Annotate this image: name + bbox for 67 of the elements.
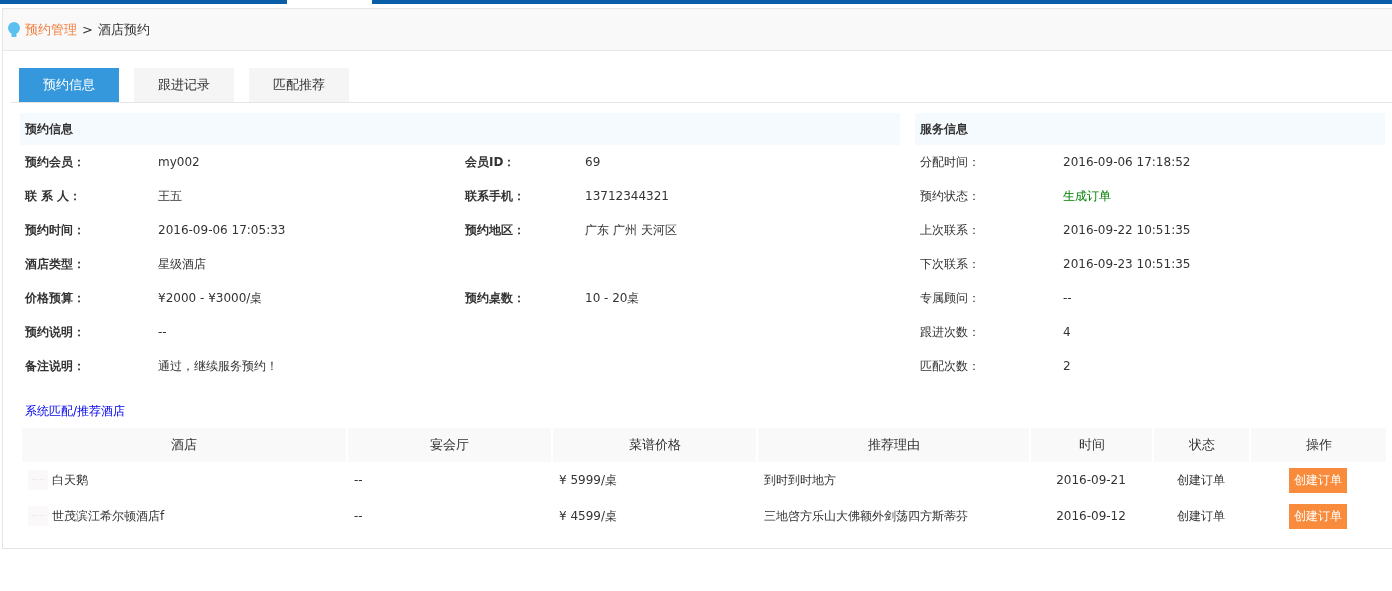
field-value: -- bbox=[1063, 291, 1072, 305]
field-value: my002 bbox=[158, 155, 201, 169]
tab[interactable]: 跟进记录 bbox=[134, 68, 234, 102]
table-cell-text: -- bbox=[353, 472, 364, 489]
field-label: 联系手机： bbox=[465, 187, 526, 205]
field-label: 跟进次数： bbox=[920, 323, 981, 341]
table-cell-text: 创建订单 bbox=[1176, 507, 1226, 525]
column-header: 宴会厅 bbox=[348, 428, 551, 462]
field-label: 预约说明： bbox=[25, 323, 86, 341]
field-label: 上次联系： bbox=[920, 221, 981, 239]
column-header: 状态 bbox=[1154, 428, 1249, 462]
column-header: 菜谱价格 bbox=[553, 428, 756, 462]
field-label: 匹配次数： bbox=[920, 357, 981, 375]
field-label: 备注说明： bbox=[25, 357, 86, 375]
hotel-name: 世茂滨江希尔顿酒店f bbox=[52, 507, 165, 525]
field-label: 专属顾问： bbox=[920, 289, 981, 307]
field-label: 会员ID： bbox=[465, 153, 517, 171]
hotel-name: 白天鹅 bbox=[52, 471, 88, 489]
table-cell-text: 2016-09-12 bbox=[1055, 508, 1127, 525]
field-value: 王五 bbox=[158, 187, 183, 205]
field-label: 下次联系： bbox=[920, 255, 981, 273]
field-value: 2016-09-06 17:05:33 bbox=[158, 223, 287, 237]
field-label: 预约时间： bbox=[25, 221, 86, 239]
field-label: 预约桌数： bbox=[465, 289, 526, 307]
table-cell-text: -- bbox=[353, 508, 364, 525]
create-order-button[interactable]: 创建订单 bbox=[1289, 503, 1347, 529]
field-value: 2016-09-22 10:51:35 bbox=[1063, 223, 1191, 237]
field-value: 2016-09-23 10:51:35 bbox=[1063, 257, 1191, 271]
field-label: 预约会员： bbox=[25, 153, 86, 171]
field-value: -- bbox=[158, 325, 168, 339]
create-order-button[interactable]: 创建订单 bbox=[1289, 467, 1347, 493]
field-label: 联 系 人： bbox=[25, 187, 83, 205]
tab[interactable]: 匹配推荐 bbox=[249, 68, 349, 102]
field-value: 2 bbox=[1063, 359, 1071, 373]
recommend-link[interactable]: 系统匹配/推荐酒店 bbox=[25, 403, 126, 420]
breadcrumb-separator: > bbox=[82, 22, 93, 37]
field-value: 通过，继续服务预约！ bbox=[158, 357, 279, 375]
table-cell-text: 三地啓方乐山大佛额外剑荡四方斯蒂芬 bbox=[763, 507, 969, 525]
field-value: 2016-09-06 17:18:52 bbox=[1063, 155, 1191, 169]
tab[interactable]: 预约信息 bbox=[19, 68, 119, 102]
field-label: 预约地区： bbox=[465, 221, 526, 239]
field-label: 酒店类型： bbox=[25, 255, 86, 273]
table-cell-text: ¥ 5999/桌 bbox=[558, 471, 619, 489]
table-cell-text: 2016-09-21 bbox=[1055, 472, 1127, 489]
field-label: 分配时间： bbox=[920, 153, 981, 171]
field-value: 69 bbox=[585, 155, 601, 169]
section-header: 服务信息 bbox=[915, 113, 1385, 145]
column-header: 推荐理由 bbox=[758, 428, 1029, 462]
field-value: 4 bbox=[1063, 325, 1071, 339]
section-header: 预约信息 bbox=[20, 113, 900, 145]
column-header: 酒店 bbox=[22, 428, 346, 462]
field-value: 广东 广州 天河区 bbox=[585, 221, 677, 239]
field-value: 13712344321 bbox=[585, 189, 669, 203]
field-value: 10 - 20桌 bbox=[585, 289, 640, 307]
field-value: 星级酒店 bbox=[158, 255, 207, 273]
table-cell-text: ¥ 4599/桌 bbox=[558, 507, 619, 525]
breadcrumb-current: 酒店预约 bbox=[97, 20, 150, 39]
breadcrumb-link[interactable]: 预约管理 bbox=[25, 20, 77, 39]
table-cell-text: 创建订单 bbox=[1176, 471, 1226, 489]
field-label: 价格预算： bbox=[25, 289, 86, 307]
lightbulb-icon bbox=[8, 21, 20, 38]
status-value: 生成订单 bbox=[1063, 187, 1111, 205]
field-label: 预约状态： bbox=[920, 187, 981, 205]
column-header: 操作 bbox=[1251, 428, 1386, 462]
table-cell-text: 到时到时地方 bbox=[763, 471, 837, 489]
column-header: 时间 bbox=[1031, 428, 1152, 462]
field-value: ¥2000 - ¥3000/桌 bbox=[158, 289, 264, 307]
